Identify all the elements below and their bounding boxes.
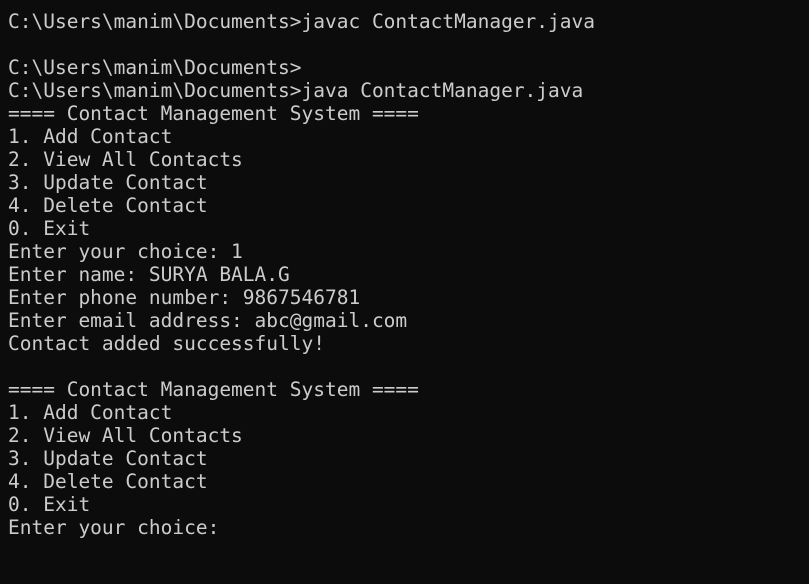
terminal-line: ==== Contact Management System ==== bbox=[8, 378, 419, 401]
terminal-window[interactable]: C:\Users\manim\Documents>javac ContactMa… bbox=[0, 0, 809, 584]
terminal-line: 3. Update Contact bbox=[8, 171, 208, 194]
terminal-line: Enter phone number: 9867546781 bbox=[8, 286, 361, 309]
terminal-line: 3. Update Contact bbox=[8, 447, 208, 470]
terminal-line: Enter your choice: 1 bbox=[8, 240, 243, 263]
terminal-line: C:\Users\manim\Documents>javac ContactMa… bbox=[8, 10, 595, 33]
terminal-line: C:\Users\manim\Documents> bbox=[8, 56, 302, 79]
terminal-prompt-line[interactable]: Enter your choice: bbox=[8, 516, 809, 539]
terminal-line: 4. Delete Contact bbox=[8, 194, 208, 217]
terminal-line: 2. View All Contacts bbox=[8, 148, 243, 171]
terminal-line: C:\Users\manim\Documents>java ContactMan… bbox=[8, 79, 584, 102]
terminal-cursor bbox=[231, 519, 241, 537]
terminal-line: 0. Exit bbox=[8, 493, 91, 516]
terminal-line: Contact added successfully! bbox=[8, 332, 325, 355]
prompt-text: Enter your choice: bbox=[8, 516, 232, 539]
terminal-line: Enter name: SURYA BALA.G bbox=[8, 263, 290, 286]
terminal-line: Enter email address: abc@gmail.com bbox=[8, 309, 408, 332]
terminal-line: 2. View All Contacts bbox=[8, 424, 243, 447]
terminal-line: 0. Exit bbox=[8, 217, 91, 240]
terminal-line: 4. Delete Contact bbox=[8, 470, 208, 493]
terminal-line: ==== Contact Management System ==== bbox=[8, 102, 419, 125]
terminal-line: 1. Add Contact bbox=[8, 125, 173, 148]
terminal-line: 1. Add Contact bbox=[8, 401, 173, 424]
